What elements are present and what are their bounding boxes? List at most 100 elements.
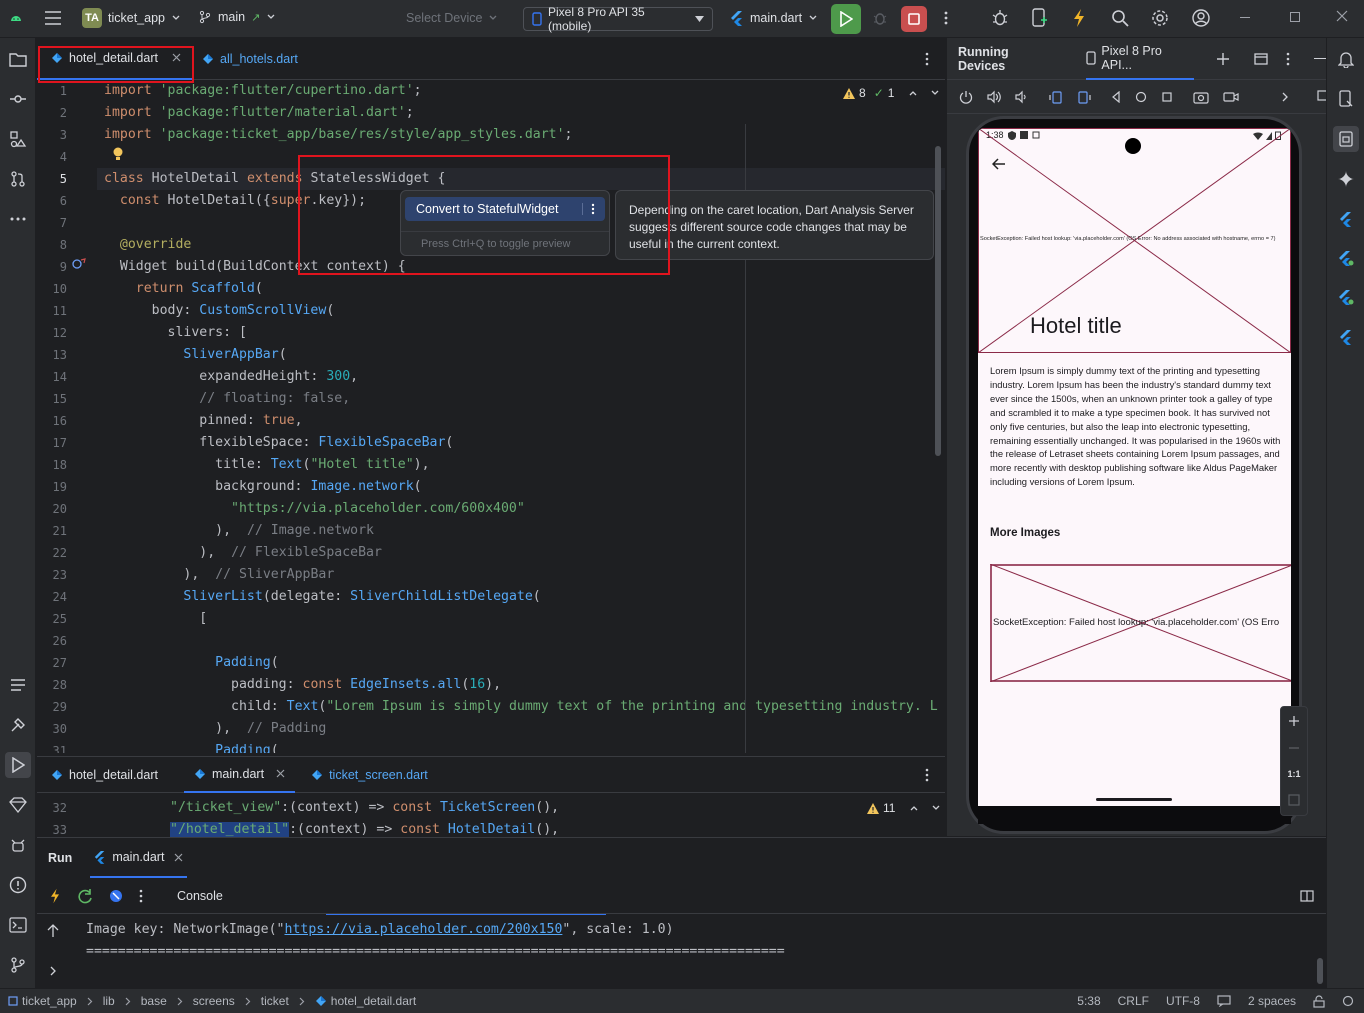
hot-restart-icon[interactable] xyxy=(77,888,93,904)
hot-reload-icon[interactable] xyxy=(49,888,61,904)
device-tab[interactable]: Pixel 8 Pro API... xyxy=(1086,38,1195,80)
main-menu-icon[interactable] xyxy=(44,10,62,26)
file-encoding[interactable]: UTF-8 xyxy=(1166,994,1200,1008)
chevron-down-icon[interactable] xyxy=(931,803,941,813)
branch-selector[interactable]: main ↗ xyxy=(198,10,276,24)
gemini-icon[interactable] xyxy=(1333,166,1359,192)
chevron-up-icon[interactable] xyxy=(909,803,919,813)
run-config-dropdown[interactable]: main.dart xyxy=(730,10,818,26)
settings-icon[interactable] xyxy=(1151,9,1169,27)
indent-setting[interactable]: 2 spaces xyxy=(1248,994,1296,1008)
zoom-out-icon[interactable] xyxy=(1281,735,1307,761)
minimize-button[interactable] xyxy=(1240,17,1250,18)
breadcrumb-item[interactable]: hotel_detail.dart xyxy=(331,994,416,1008)
zoom-fit-icon[interactable] xyxy=(1281,787,1307,813)
flutter-performance-icon[interactable] xyxy=(1333,245,1359,271)
rotate-left-icon[interactable] xyxy=(1049,90,1063,104)
home-icon[interactable] xyxy=(1135,91,1147,103)
breadcrumb-item[interactable]: base xyxy=(141,994,167,1008)
volume-down-icon[interactable] xyxy=(1015,90,1029,104)
select-device-dropdown[interactable]: Select Device xyxy=(406,11,498,25)
console-tab[interactable]: Console xyxy=(177,889,223,903)
close-icon[interactable] xyxy=(276,769,285,778)
flutter-devtools-icon[interactable] xyxy=(1333,324,1359,350)
screenshot-icon[interactable] xyxy=(1193,90,1209,104)
logcat-icon[interactable] xyxy=(5,832,31,858)
panel-more-icon[interactable] xyxy=(1286,52,1290,66)
add-device-icon[interactable] xyxy=(1216,52,1230,66)
override-gutter-icon[interactable] xyxy=(72,258,86,270)
zoom-actual-size[interactable]: 1:1 xyxy=(1281,761,1307,787)
close-icon[interactable] xyxy=(174,853,183,862)
notifications-icon[interactable] xyxy=(1333,46,1359,72)
breadcrumb-item[interactable]: lib xyxy=(103,994,115,1008)
inspection-widget-2[interactable]: 11 xyxy=(867,801,941,815)
tab-hotel-detail-2[interactable]: hotel_detail.dart xyxy=(37,757,168,793)
tab-ticket-screen[interactable]: ticket_screen.dart xyxy=(301,757,438,793)
commit-icon[interactable] xyxy=(5,86,31,112)
breadcrumb-item[interactable]: ticket_app xyxy=(22,994,77,1008)
overview-icon[interactable] xyxy=(1161,91,1173,103)
device-file-icon[interactable] xyxy=(1333,86,1359,112)
device-dropdown[interactable]: Pixel 8 Pro API 35 (mobile) xyxy=(523,5,713,33)
caret-position[interactable]: 5:38 xyxy=(1077,994,1100,1008)
project-folder-icon[interactable] xyxy=(5,46,31,72)
run-button[interactable] xyxy=(831,4,861,34)
scroll-up-icon[interactable] xyxy=(47,924,59,938)
vcs-icon[interactable] xyxy=(1342,995,1354,1007)
chevron-up-icon[interactable] xyxy=(908,88,918,98)
breadcrumb-item[interactable]: screens xyxy=(193,994,235,1008)
running-devices-icon[interactable] xyxy=(1333,126,1359,152)
tab-all-hotels[interactable]: all_hotels.dart xyxy=(192,38,308,80)
tab-main[interactable]: main.dart xyxy=(183,757,296,793)
console-scrollbar[interactable] xyxy=(1317,958,1323,984)
comment-icon[interactable] xyxy=(1217,995,1231,1007)
layout-icon[interactable] xyxy=(1254,52,1268,65)
chevron-right-icon[interactable] xyxy=(1281,91,1289,103)
screen-record-icon[interactable] xyxy=(1223,91,1239,103)
zoom-in-icon[interactable] xyxy=(1281,707,1307,735)
hot-reload-icon[interactable] xyxy=(1072,8,1086,28)
editor-scrollbar[interactable] xyxy=(935,146,941,456)
gesture-bar[interactable] xyxy=(1096,798,1172,801)
attach-debugger-icon[interactable] xyxy=(990,9,1010,27)
terminal-icon[interactable] xyxy=(5,912,31,938)
lock-icon[interactable] xyxy=(1313,994,1325,1008)
breadcrumb-item[interactable]: ticket xyxy=(261,994,289,1008)
account-icon[interactable] xyxy=(1192,9,1210,27)
log-link[interactable]: https://via.placeholder.com/200x150 xyxy=(285,922,563,937)
todo-icon[interactable] xyxy=(5,672,31,698)
search-icon[interactable] xyxy=(1111,9,1129,27)
device-manager-icon[interactable] xyxy=(1031,8,1049,28)
line-separator[interactable]: CRLF xyxy=(1118,994,1149,1008)
secondary-code-area[interactable]: 32 "/ticket_view":(context) => const Tic… xyxy=(37,797,945,841)
problems-icon[interactable] xyxy=(5,872,31,898)
back-icon[interactable] xyxy=(1111,90,1121,103)
flutter-outline-icon[interactable] xyxy=(1333,284,1359,310)
run-tool-icon[interactable] xyxy=(5,752,31,778)
tabs-more-icon[interactable] xyxy=(925,52,929,66)
more-tools-icon[interactable] xyxy=(5,206,31,232)
run-more-icon[interactable] xyxy=(139,889,143,903)
stop-button[interactable] xyxy=(901,6,927,32)
debug-icon[interactable] xyxy=(872,10,888,26)
build-icon[interactable] xyxy=(5,712,31,738)
tabs-more-icon[interactable] xyxy=(925,768,929,782)
more-actions-icon[interactable] xyxy=(943,10,949,26)
gem-icon[interactable] xyxy=(5,792,31,818)
chevron-right-icon[interactable] xyxy=(49,965,57,977)
phone-screen[interactable]: 1:38 SocketException: Failed host lookup… xyxy=(978,128,1291,806)
layout-icon[interactable] xyxy=(1300,889,1314,902)
hide-panel-icon[interactable] xyxy=(1314,57,1326,60)
git-icon[interactable] xyxy=(5,952,31,978)
run-config-tab[interactable]: main.dart xyxy=(90,838,188,878)
flutter-inspector-icon[interactable] xyxy=(1333,206,1359,232)
inspection-widget[interactable]: 8 ✓ 1 xyxy=(843,86,940,100)
maximize-button[interactable] xyxy=(1290,12,1300,22)
power-icon[interactable] xyxy=(959,90,973,104)
pull-requests-icon[interactable] xyxy=(5,166,31,192)
back-arrow-icon[interactable] xyxy=(992,158,1006,170)
rotate-right-icon[interactable] xyxy=(1077,90,1091,104)
structure-icon[interactable] xyxy=(5,126,31,152)
project-selector[interactable]: TA ticket_app xyxy=(82,8,181,28)
